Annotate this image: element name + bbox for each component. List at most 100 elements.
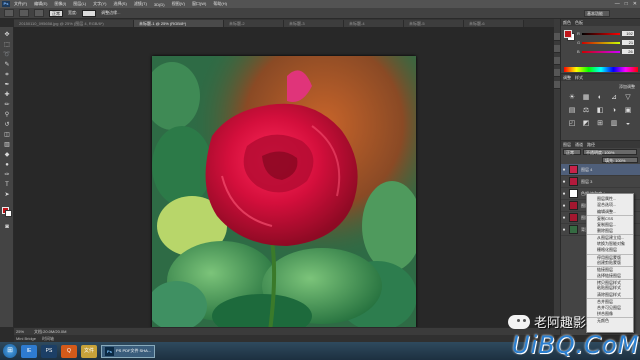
menu-help[interactable]: 帮助(H) — [213, 1, 227, 7]
menu-3d[interactable]: 3D(D) — [154, 2, 165, 7]
blue-value[interactable]: 26 — [621, 49, 634, 54]
threshold-icon[interactable]: ⊞ — [595, 119, 605, 128]
red-value[interactable]: 192 — [621, 31, 634, 36]
visibility-eye-icon[interactable]: ● — [561, 227, 567, 233]
menu-filter[interactable]: 滤镜(T) — [134, 1, 147, 7]
tab-layers[interactable]: 图层 — [563, 141, 571, 148]
blend-mode-select[interactable]: 正常 — [563, 149, 581, 155]
tool-preset-picker[interactable] — [4, 9, 14, 17]
doc-tab[interactable]: 未标题-5 — [404, 20, 464, 27]
channel-mixer-icon[interactable]: ▣ — [623, 106, 633, 115]
taskbar-qq-icon[interactable]: Q — [61, 344, 77, 358]
quick-select-icon[interactable]: ✎ — [2, 61, 12, 69]
visibility-eye-icon[interactable]: ● — [561, 215, 567, 221]
layer-name[interactable]: 图层 4 — [581, 167, 592, 173]
tab-color[interactable]: 颜色 — [563, 19, 571, 26]
curves-icon[interactable]: ◐ — [595, 93, 605, 102]
panel-foreground-swatch[interactable] — [564, 30, 572, 38]
clone-stamp-icon[interactable]: ⚲ — [2, 111, 12, 119]
zoom-level[interactable]: 25% — [16, 329, 24, 334]
blue-slider[interactable]: B 26 — [577, 49, 634, 54]
visibility-eye-icon[interactable]: ● — [561, 167, 567, 173]
refine-edge-button[interactable]: 调整边缘... — [101, 10, 120, 16]
mode-select[interactable]: 正常 — [49, 9, 63, 17]
healing-brush-icon[interactable]: ✚ — [2, 91, 12, 99]
background-color-swatch[interactable] — [5, 210, 12, 217]
tab-styles[interactable]: 样式 — [575, 74, 583, 81]
type-tool-icon[interactable]: T — [2, 181, 12, 189]
brightness-icon[interactable]: ☀ — [567, 93, 577, 102]
move-tool-icon[interactable]: ✥ — [2, 31, 12, 39]
doc-tab[interactable]: 未标题-3 — [284, 20, 344, 27]
hue-saturation-icon[interactable]: ▤ — [567, 106, 577, 115]
maximize-icon[interactable]: □ — [625, 1, 628, 7]
workspace-switcher[interactable]: 基本功能 — [584, 10, 610, 17]
layer-row[interactable]: ● 图层 3 — [561, 176, 640, 188]
blur-tool-icon[interactable]: ◆ — [2, 151, 12, 159]
rose-image[interactable] — [152, 56, 416, 331]
invert-icon[interactable]: ◰ — [567, 119, 577, 128]
tab-swatches[interactable]: 色板 — [575, 19, 583, 26]
fill-field[interactable]: 填充: 100% — [602, 157, 638, 163]
gradient-tool-icon[interactable]: ▥ — [2, 141, 12, 149]
taskbar-app-icon[interactable]: PS — [41, 344, 57, 358]
visibility-eye-icon[interactable]: ● — [561, 191, 567, 197]
pen-tool-icon[interactable]: ✑ — [2, 171, 12, 179]
black-white-icon[interactable]: ◧ — [595, 106, 605, 115]
posterize-icon[interactable]: ◩ — [581, 119, 591, 128]
tab-timeline[interactable]: 时间轴 — [42, 335, 54, 342]
lasso-tool-icon[interactable]: ➰ — [2, 51, 12, 59]
color-balance-icon[interactable]: ⚖ — [581, 106, 591, 115]
visibility-eye-icon[interactable]: ● — [561, 203, 567, 209]
photo-filter-icon[interactable]: ◑ — [609, 106, 619, 115]
taskbar-folder-icon[interactable]: 文件 — [81, 344, 97, 358]
taskbar-ie-icon[interactable]: IE — [21, 344, 37, 358]
minimize-icon[interactable]: — — [615, 1, 620, 7]
eyedropper-tool-icon[interactable]: ✒ — [2, 81, 12, 89]
selective-color-icon[interactable]: ◒ — [623, 119, 633, 128]
menu-edit[interactable]: 编辑(E) — [34, 1, 47, 7]
doc-tab[interactable]: 未标题-6 — [464, 20, 524, 27]
menu-image[interactable]: 图像(I) — [54, 1, 66, 7]
width-field[interactable] — [82, 9, 97, 17]
gradient-map-icon[interactable]: ▥ — [609, 119, 619, 128]
green-slider[interactable]: G 21 — [577, 40, 635, 45]
green-value[interactable]: 21 — [622, 40, 635, 45]
opacity-field[interactable]: 不透明度: 100% — [583, 149, 637, 155]
history-brush-icon[interactable]: ↺ — [2, 121, 12, 129]
levels-icon[interactable]: ▦ — [581, 93, 591, 102]
crop-tool-icon[interactable]: ⌗ — [2, 71, 12, 79]
marquee-tool-icon[interactable]: ⬚ — [2, 41, 12, 49]
vibrance-icon[interactable]: ▽ — [623, 93, 633, 102]
canvas-area[interactable] — [14, 27, 554, 331]
doc-tab-active[interactable]: 未标题-1 @ 25% (RGB/8*) — [134, 20, 224, 27]
path-select-icon[interactable]: ➤ — [2, 191, 12, 199]
new-selection-icon[interactable] — [19, 9, 29, 17]
menu-type[interactable]: 文字(Y) — [93, 1, 106, 7]
menu-select[interactable]: 选择(S) — [113, 1, 126, 7]
visibility-eye-icon[interactable]: ● — [561, 179, 567, 185]
layer-name[interactable]: 图层 3 — [581, 179, 592, 185]
tab-paths[interactable]: 路径 — [587, 141, 595, 148]
menu-window[interactable]: 窗口(W) — [192, 1, 206, 7]
quick-mask-icon[interactable]: ◙ — [2, 223, 12, 231]
eraser-tool-icon[interactable]: ◫ — [2, 131, 12, 139]
color-spectrum[interactable] — [564, 67, 638, 72]
tab-adjustments[interactable]: 调整 — [563, 74, 571, 81]
exposure-icon[interactable]: ⊿ — [609, 93, 619, 102]
red-slider[interactable]: R 192 — [577, 31, 634, 36]
tab-mini-bridge[interactable]: Mini Bridge — [16, 335, 36, 342]
menu-view[interactable]: 视图(V) — [172, 1, 185, 7]
start-button[interactable]: ⊞ — [3, 344, 17, 358]
layer-row[interactable]: ● 图层 4 — [561, 164, 640, 176]
menu-layer[interactable]: 图层(L) — [73, 1, 86, 7]
tab-channels[interactable]: 通道 — [575, 141, 583, 148]
close-icon[interactable]: ✕ — [633, 1, 637, 7]
brush-tool-icon[interactable]: ✏ — [2, 101, 12, 109]
menu-file[interactable]: 文件(F) — [14, 1, 27, 7]
taskbar-photoshop-window[interactable]: Ps PS PDF文件 SHA... — [101, 344, 156, 358]
add-selection-icon[interactable] — [34, 9, 44, 17]
doc-tab[interactable]: 20150110_095658.jpg @ 25% (图层 4, RGB/8*) — [14, 20, 134, 27]
dodge-tool-icon[interactable]: ● — [2, 161, 12, 169]
doc-tab[interactable]: 未标题-2 — [224, 20, 284, 27]
